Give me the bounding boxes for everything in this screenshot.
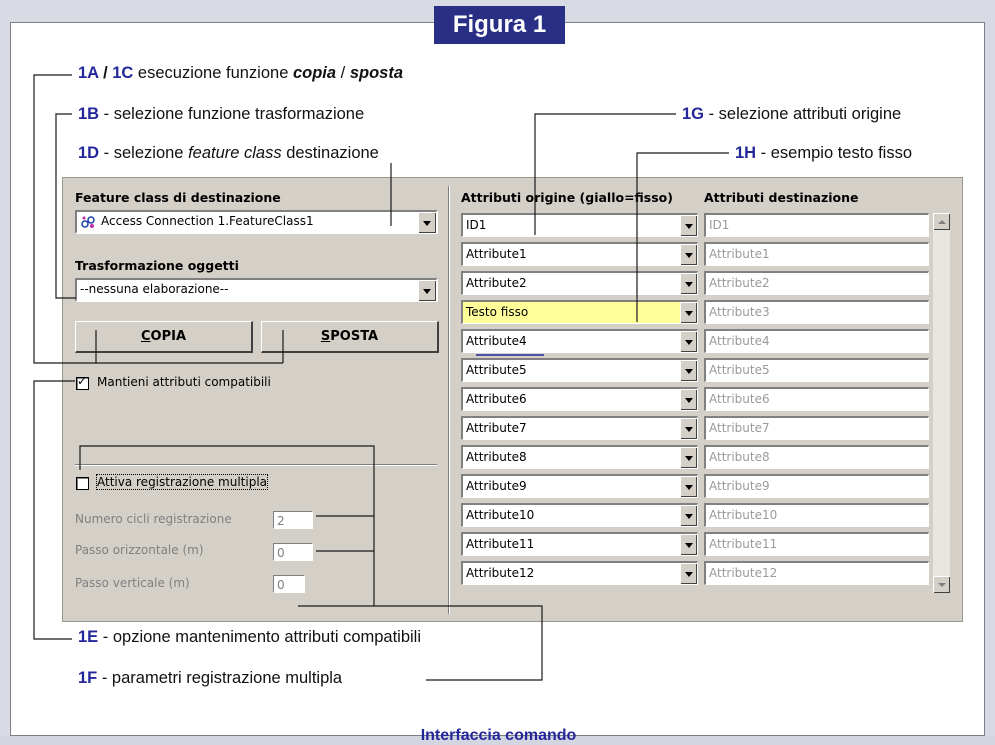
leader-line-1f [298, 605, 543, 681]
leader-line-1g [534, 113, 676, 235]
leader-lines [33, 74, 729, 681]
page-background: Interfaccia comando Figura 1 1A / 1C ese… [0, 0, 995, 744]
leader-line-1b [55, 113, 76, 299]
leader-line-1h [636, 152, 729, 322]
leader-line-1e [33, 380, 75, 640]
leader-line-1a [33, 74, 97, 364]
leader-line-1f-multi [79, 445, 375, 606]
